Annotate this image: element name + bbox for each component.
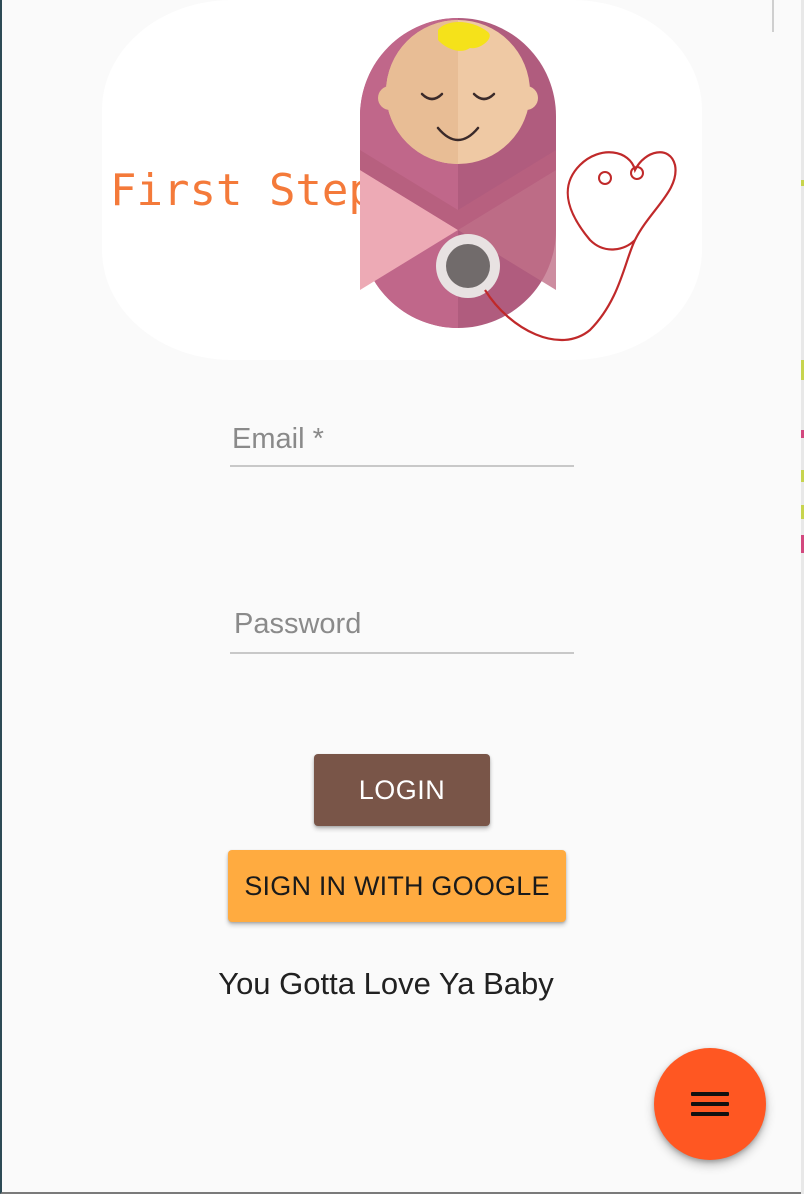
tagline: You Gotta Love Ya Baby — [218, 966, 554, 1001]
google-sign-in-button[interactable]: SIGN IN WITH GOOGLE — [228, 850, 566, 922]
password-input[interactable] — [230, 602, 574, 652]
password-field-container: Password — [230, 602, 574, 654]
scroll-marker — [772, 0, 774, 32]
email-input[interactable] — [230, 415, 574, 465]
login-button[interactable]: LOGIN — [314, 754, 490, 826]
email-field-container: Email * — [230, 415, 574, 467]
menu-icon — [691, 1092, 729, 1116]
menu-fab-button[interactable] — [654, 1048, 766, 1160]
baby-stethoscope-logo — [360, 18, 677, 342]
